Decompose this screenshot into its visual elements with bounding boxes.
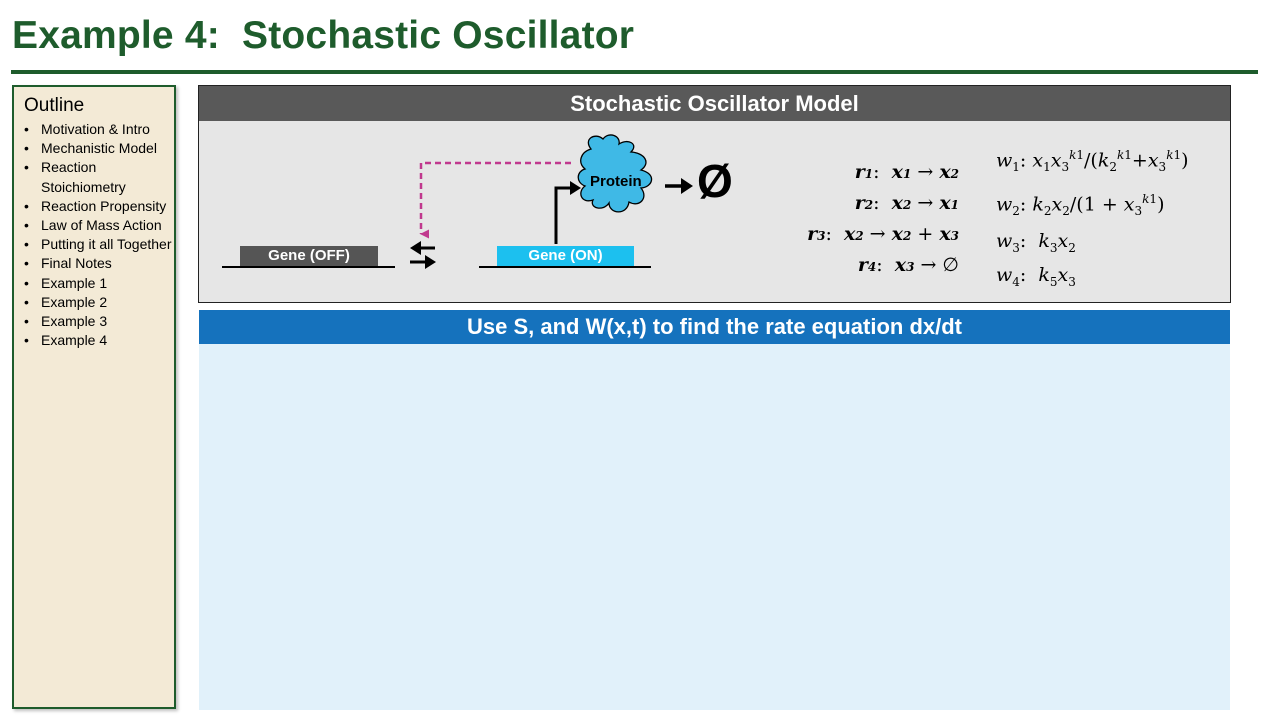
outline-item-motivation[interactable]: Motivation & Intro — [21, 120, 173, 139]
propensity-4: w4: k5x3 — [996, 264, 1076, 289]
rate-equation-panel: Use S, and W(x,t) to find the rate equat… — [199, 310, 1230, 710]
propensity-1: w1: x1x3k1/(k2k1+x3k1) — [996, 148, 1189, 175]
reaction-1: r1: x1 → x2 — [854, 161, 959, 183]
reaction-2: r2: x2 → x1 — [854, 192, 959, 214]
gene-off-strand — [222, 266, 395, 268]
feedback-arrow — [419, 161, 571, 239]
promoter-arrow — [554, 186, 573, 244]
propensity-3: w3: k3x2 — [996, 230, 1076, 255]
reversible-arrows-icon — [410, 241, 436, 269]
outline-item-example-4[interactable]: Example 4 — [21, 331, 173, 350]
protein-label: Protein — [590, 173, 642, 190]
outline-item-mechanistic-model[interactable]: Mechanistic Model — [21, 139, 173, 158]
outline-item-reaction-stoichiometry[interactable]: Reaction Stoichiometry — [21, 158, 173, 196]
outline-panel: Outline Motivation & Intro Mechanistic M… — [12, 85, 176, 709]
outline-item-example-3[interactable]: Example 3 — [21, 312, 173, 331]
outline-item-putting-together[interactable]: Putting it all Together — [21, 235, 173, 254]
outline-item-reaction-propensity[interactable]: Reaction Propensity — [21, 197, 173, 216]
model-panel: Stochastic Oscillator Model Protein Ø Ge… — [198, 85, 1231, 303]
outline-list: Motivation & Intro Mechanistic Model Rea… — [21, 120, 173, 351]
gene-off-box: Gene (OFF) — [240, 246, 378, 266]
reaction-4: r4: x3 → ∅ — [857, 254, 959, 276]
rate-equation-header: Use S, and W(x,t) to find the rate equat… — [199, 310, 1230, 344]
outline-item-example-2[interactable]: Example 2 — [21, 293, 173, 312]
outline-item-example-1[interactable]: Example 1 — [21, 274, 173, 293]
outline-item-law-of-mass-action[interactable]: Law of Mass Action — [21, 216, 173, 235]
gene-on-strand — [479, 266, 651, 268]
outline-item-final-notes[interactable]: Final Notes — [21, 254, 173, 273]
gene-on-box: Gene (ON) — [497, 246, 634, 266]
propensity-2: w2: k2x2/(1 + x3k1) — [996, 192, 1165, 219]
title-divider — [11, 70, 1258, 74]
degradation-symbol: Ø — [697, 155, 733, 207]
reaction-3: r3: x2 → x2 + x3 — [807, 223, 959, 245]
outline-heading: Outline — [24, 95, 85, 116]
slide-title: Example 4: Stochastic Oscillator — [12, 14, 635, 57]
